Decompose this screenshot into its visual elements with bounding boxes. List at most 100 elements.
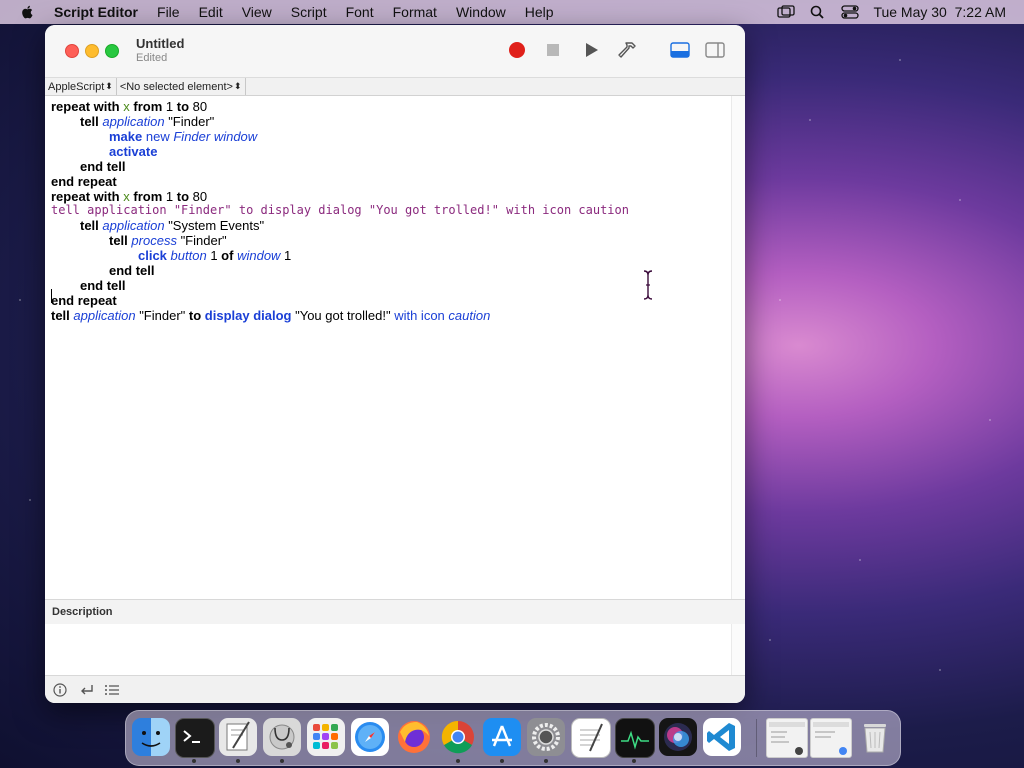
zoom-window-button[interactable] xyxy=(105,44,119,58)
menu-help[interactable]: Help xyxy=(525,4,554,20)
show-events-button[interactable] xyxy=(101,681,123,699)
code-line: activate xyxy=(109,144,157,159)
finder-icon[interactable] xyxy=(132,718,170,756)
menu-script[interactable]: Script xyxy=(291,4,327,20)
show-log-button[interactable] xyxy=(669,39,691,61)
menu-font[interactable]: Font xyxy=(346,4,374,20)
run-button[interactable] xyxy=(580,39,602,61)
screen-mirroring-icon[interactable] xyxy=(777,5,796,19)
variable: x xyxy=(123,189,130,204)
safari-icon[interactable] xyxy=(351,718,389,756)
menu-bar: Script Editor File Edit View Script Font… xyxy=(0,0,1024,24)
keyword: end tell xyxy=(80,159,126,174)
compass-icon xyxy=(355,722,385,752)
element-popup[interactable]: <No selected element> ⬍ xyxy=(117,78,246,95)
description-header[interactable]: Description xyxy=(45,599,745,625)
keyword: tell xyxy=(80,218,99,233)
editor-scrollbar[interactable] xyxy=(731,96,745,599)
navigation-bar: AppleScript ⬍ <No selected element> ⬍ xyxy=(45,78,745,96)
command: make xyxy=(109,129,143,144)
class-name: application xyxy=(73,308,136,323)
return-arrow-icon xyxy=(81,685,93,695)
menu-file[interactable]: File xyxy=(157,4,180,20)
code-line: end tell xyxy=(80,278,126,293)
keyword: from xyxy=(133,189,163,204)
keyword: tell xyxy=(51,308,70,323)
stop-icon xyxy=(547,44,559,56)
spotlight-search-icon[interactable] xyxy=(809,5,827,19)
gear-icon xyxy=(532,723,560,751)
keyword: to xyxy=(188,308,202,323)
vscode-icon[interactable] xyxy=(703,718,741,756)
minimized-window-thumbnail[interactable] xyxy=(810,718,852,758)
class-name: caution xyxy=(448,308,491,323)
language-popup[interactable]: AppleScript ⬍ xyxy=(45,78,117,95)
element-label: <No selected element> xyxy=(119,80,233,93)
literal: 1 xyxy=(206,248,222,263)
class-name: application xyxy=(102,114,165,129)
control-center-icon[interactable] xyxy=(841,5,860,19)
keyword: to xyxy=(176,99,190,114)
script-editor-icon[interactable] xyxy=(219,718,257,756)
show-replies-button[interactable] xyxy=(75,681,97,699)
running-indicator xyxy=(500,759,504,763)
description-label: Description xyxy=(52,606,113,618)
app-store-icon[interactable] xyxy=(483,718,521,756)
command: display dialog xyxy=(204,308,292,323)
record-button[interactable] xyxy=(506,39,528,61)
system-preferences-icon[interactable] xyxy=(527,718,565,756)
keyword: end tell xyxy=(109,263,155,278)
trash-icon[interactable] xyxy=(856,718,894,756)
siri-icon[interactable] xyxy=(659,718,697,756)
code-line: end tell xyxy=(80,159,126,174)
apple-icon[interactable] xyxy=(18,4,38,20)
show-description-button[interactable] xyxy=(49,681,71,699)
chrome-icon[interactable] xyxy=(439,718,477,756)
compile-button[interactable] xyxy=(617,39,639,61)
terminal-icon[interactable] xyxy=(175,718,215,758)
running-indicator xyxy=(544,759,548,763)
minimize-window-button[interactable] xyxy=(85,44,99,58)
menu-bar-clock[interactable]: Tue May 30 7:22 AM xyxy=(873,4,1006,20)
literal: 80 xyxy=(189,189,208,204)
firefox-icon[interactable] xyxy=(395,718,433,756)
description-text-area[interactable] xyxy=(45,624,731,675)
stop-button[interactable] xyxy=(542,39,564,61)
menu-window[interactable]: Window xyxy=(456,4,506,20)
textedit-icon[interactable] xyxy=(571,718,611,758)
dock xyxy=(125,710,901,766)
document-title[interactable]: Untitled xyxy=(136,36,184,51)
literal: 1 xyxy=(162,99,177,114)
code-line: make new Finder window xyxy=(109,129,257,144)
keyword: end repeat xyxy=(51,293,117,308)
window-titlebar[interactable]: Untitled Edited xyxy=(45,25,745,78)
close-window-button[interactable] xyxy=(65,44,79,58)
show-library-button[interactable] xyxy=(704,39,726,61)
command: click xyxy=(138,248,167,263)
property: new xyxy=(145,129,170,144)
script-editor-text-area[interactable]: repeat with x from 1 to 80 tell applicat… xyxy=(45,96,731,599)
disk-utility-icon[interactable] xyxy=(263,718,301,756)
finder-face-icon xyxy=(141,731,161,747)
keyword: from xyxy=(133,99,163,114)
description-scrollbar[interactable] xyxy=(731,624,745,675)
keyword: end repeat xyxy=(51,174,117,189)
literal: 1 xyxy=(162,189,177,204)
keyword: tell xyxy=(80,114,99,129)
literal: "Finder" xyxy=(135,308,189,323)
menu-format[interactable]: Format xyxy=(393,4,437,20)
running-indicator xyxy=(236,759,240,763)
launchpad-icon[interactable] xyxy=(307,718,345,756)
keyword: to xyxy=(176,189,190,204)
menu-edit[interactable]: Edit xyxy=(199,4,223,20)
literal: 1 xyxy=(280,248,292,263)
log-pane-icon xyxy=(670,42,690,58)
minimized-window-icon xyxy=(813,722,849,755)
minimized-window-thumbnail[interactable] xyxy=(766,718,808,758)
script-editor-window: Untitled Edited AppleScript ⬍ <No selecte… xyxy=(45,25,745,703)
menu-view[interactable]: View xyxy=(242,4,272,20)
sidebar-icon xyxy=(705,42,725,58)
activity-monitor-icon[interactable] xyxy=(615,718,655,758)
menu-app-name[interactable]: Script Editor xyxy=(54,4,138,20)
dock-separator xyxy=(756,719,757,757)
